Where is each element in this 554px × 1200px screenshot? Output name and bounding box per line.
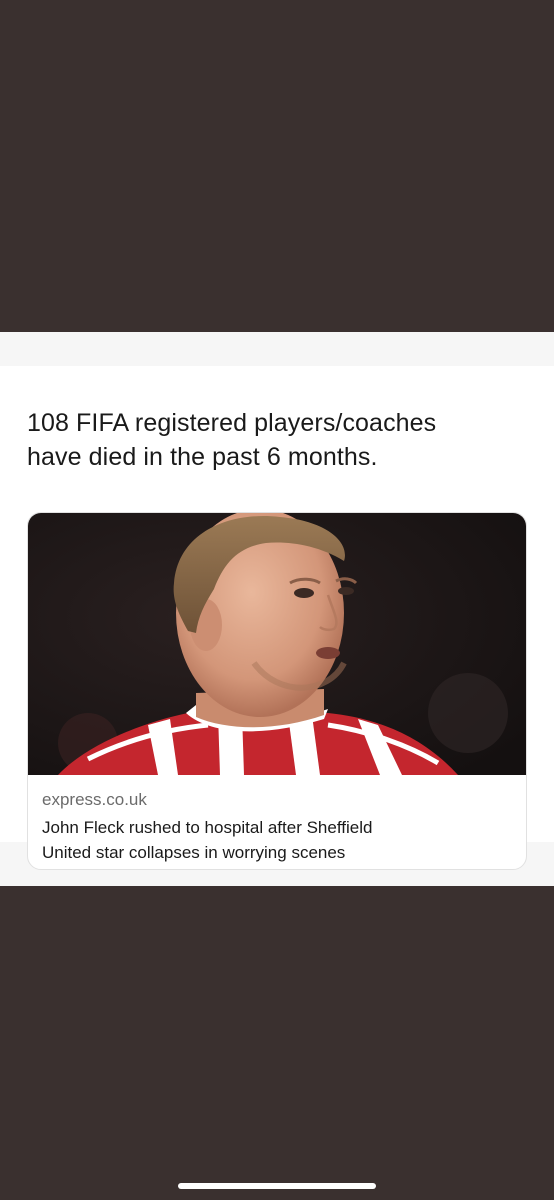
card-meta: express.co.uk John Fleck rushed to hospi… — [42, 789, 514, 865]
card-title-line: United star collapses in worrying scenes — [42, 843, 346, 862]
card-title[interactable]: John Fleck rushed to hospital after Shef… — [42, 815, 514, 865]
tweet-text-line: 108 FIFA registered players/coaches — [27, 409, 437, 437]
tweet-text-line: have died in the past 6 months. — [27, 443, 378, 471]
link-preview-card[interactable]: express.co.uk John Fleck rushed to hospi… — [27, 512, 527, 870]
tweet-text: 108 FIFA registered players/coaches have… — [27, 406, 527, 474]
top-dark-band — [0, 0, 554, 332]
home-indicator[interactable] — [178, 1183, 376, 1189]
tweet-container: 108 FIFA registered players/coaches have… — [0, 366, 554, 870]
card-domain: express.co.uk — [42, 790, 147, 809]
screenshot-post: 108 FIFA registered players/coaches have… — [0, 332, 554, 886]
card-title-line: John Fleck rushed to hospital after Shef… — [42, 818, 373, 837]
bottom-dark-band — [0, 886, 554, 1200]
article-image[interactable] — [28, 513, 527, 775]
